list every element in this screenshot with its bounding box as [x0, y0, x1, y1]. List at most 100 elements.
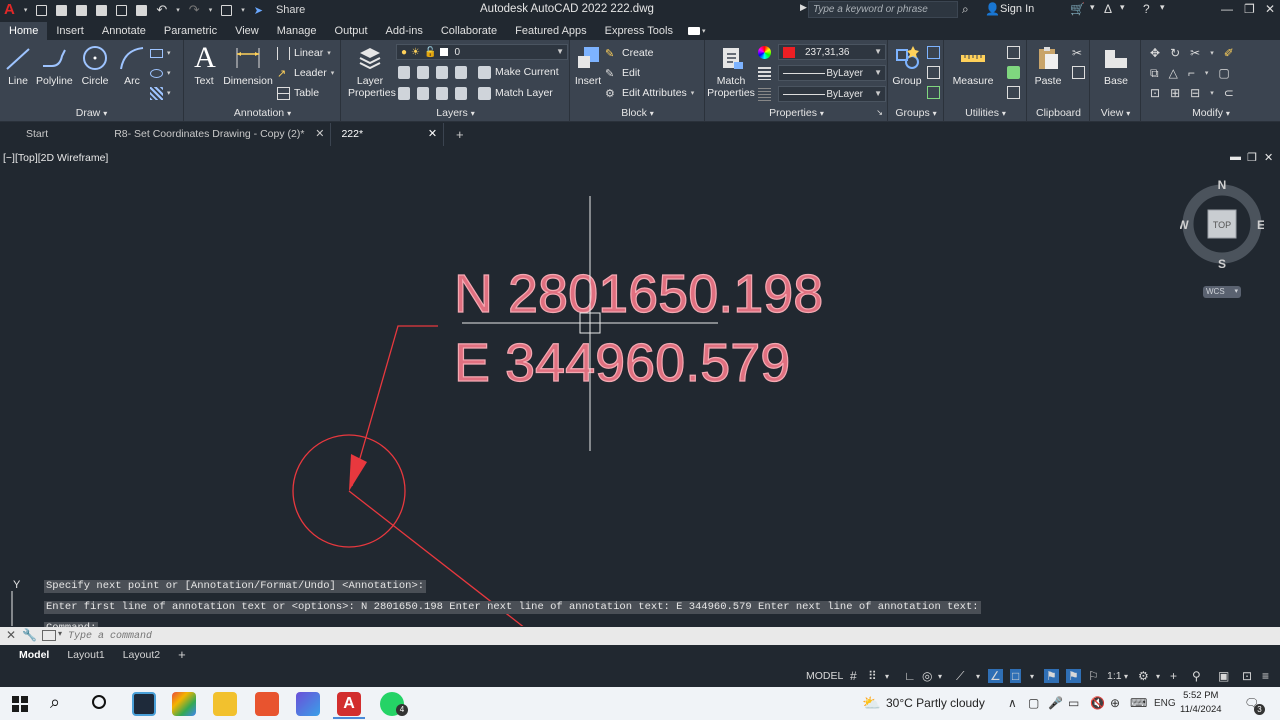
layout-tab-layout2[interactable]: Layout2 — [114, 646, 169, 664]
modify-panel-title[interactable]: Modify ▾ — [1142, 106, 1280, 120]
isodraft-icon[interactable]: ⟋ — [956, 669, 964, 684]
annotation-monitor-icon[interactable]: + — [1170, 669, 1177, 683]
model-space-button[interactable]: MODEL — [806, 670, 843, 682]
groups-panel-title[interactable]: Groups ▾ — [889, 106, 943, 120]
group-edit-icon[interactable] — [927, 66, 940, 79]
viewport-controls-label[interactable]: [−][Top][2D Wireframe] — [3, 152, 108, 164]
clean-screen-icon[interactable]: ▣ — [1218, 669, 1229, 683]
trim-icon[interactable]: ✂ — [1190, 46, 1200, 60]
ribbon-options-icon[interactable] — [687, 27, 700, 35]
tab-featured-apps[interactable]: Featured Apps — [506, 22, 596, 40]
polyline-button[interactable]: Polyline — [36, 44, 73, 87]
hatch-button[interactable]: ▾ — [150, 84, 171, 102]
tab-annotate[interactable]: Annotate — [93, 22, 155, 40]
weather-icon[interactable]: ⛅ — [862, 694, 881, 712]
draw-panel-title[interactable]: Draw ▾ — [0, 106, 183, 120]
layer-lock-tool-icon[interactable] — [455, 65, 467, 79]
system-clock[interactable]: 5:52 PM 11/4/2024 — [1180, 689, 1222, 717]
user-icon[interactable]: 👤 — [985, 2, 1000, 16]
compass-north-label[interactable]: N — [1218, 178, 1227, 192]
snap-dropdown-icon[interactable]: ▾ — [885, 672, 889, 681]
edit-attributes-button[interactable]: ⚙ Edit Attributes ▾ — [605, 84, 694, 102]
explode-icon[interactable]: ▢ — [1218, 66, 1229, 80]
linetype-dropdown[interactable]: ByLayer ▼ — [778, 65, 886, 81]
circle-button[interactable]: Circle — [80, 44, 110, 87]
taskbar-file-explorer-icon[interactable] — [213, 692, 237, 716]
network-icon[interactable]: ⊕ — [1110, 696, 1120, 710]
tab-collaborate[interactable]: Collaborate — [432, 22, 506, 40]
app-menu-dropdown-icon[interactable]: ▾ — [24, 6, 28, 14]
paste-button[interactable]: Paste — [1032, 44, 1064, 87]
linear-dropdown-icon[interactable]: ▾ — [327, 49, 331, 57]
help-icon[interactable]: ? — [1143, 2, 1150, 16]
battery-icon[interactable]: ▭ — [1068, 696, 1079, 710]
scale-icon[interactable]: ⊞ — [1170, 86, 1180, 100]
match-layer-button[interactable]: Match Layer — [478, 84, 553, 102]
viewport-restore-icon[interactable]: ❐ — [1247, 151, 1257, 164]
save-as-icon[interactable] — [96, 4, 108, 16]
array-dropdown-icon[interactable]: ▾ — [1210, 89, 1214, 97]
erase-icon[interactable]: ✐ — [1224, 46, 1234, 60]
text-button[interactable]: A Text — [191, 43, 217, 88]
share-icon[interactable]: ➤ — [254, 4, 263, 17]
isodraft-dropdown-icon[interactable]: ▾ — [976, 672, 980, 681]
wcs-menu[interactable]: WCS ▾ — [1203, 286, 1241, 298]
customization-icon[interactable]: ⊡ — [1242, 669, 1252, 683]
arc-button[interactable]: Arc — [118, 44, 146, 87]
save-icon[interactable] — [76, 4, 88, 16]
color-dropdown[interactable]: 237,31,36 ▼ — [778, 44, 886, 60]
hatch-dropdown-icon[interactable]: ▾ — [167, 89, 171, 97]
edit-attributes-dropdown-icon[interactable]: ▾ — [691, 89, 695, 97]
taskbar-wps-icon[interactable] — [255, 692, 279, 716]
keyboard-icon[interactable]: ⌨ — [1130, 696, 1147, 710]
application-menu-button[interactable]: A — [4, 0, 15, 20]
utilities-panel-title[interactable]: Utilities ▾ — [945, 106, 1026, 120]
quick-select-icon[interactable] — [1007, 46, 1020, 59]
command-recent-dropdown-icon[interactable]: ▾ — [58, 629, 62, 638]
sign-in-button[interactable]: Sign In — [1000, 3, 1034, 15]
leader-button[interactable]: ↗ Leader ▾ — [277, 64, 334, 82]
app-dropdown-icon[interactable]: ▾ — [1120, 2, 1125, 13]
ortho-icon[interactable]: ∟ — [904, 669, 916, 683]
layer-properties-button[interactable]: Layer Properties — [348, 44, 396, 99]
plot-icon[interactable] — [136, 4, 148, 16]
tab-parametric[interactable]: Parametric — [155, 22, 226, 40]
undo-icon[interactable]: ↶ — [156, 2, 167, 18]
viewcube[interactable]: TOP N S E W — [1180, 176, 1264, 276]
ungroup-icon[interactable] — [927, 46, 940, 59]
dimension-button[interactable]: Dimension — [223, 44, 273, 87]
create-block-button[interactable]: ✎ Create — [605, 44, 654, 62]
scale-dropdown-icon[interactable]: ▾ — [1124, 672, 1128, 681]
snap-icon[interactable]: ⠿ — [868, 669, 877, 683]
taskbar-app-icon-1[interactable] — [132, 692, 156, 716]
units-icon[interactable]: ⚲ — [1192, 669, 1201, 683]
rotate-icon[interactable]: ↻ — [1170, 46, 1180, 60]
line-button[interactable]: Line — [4, 44, 32, 87]
layer-on-tool-icon[interactable] — [398, 86, 410, 100]
open-folder-icon[interactable] — [56, 4, 68, 16]
polar-dropdown-icon[interactable]: ▾ — [938, 672, 942, 681]
status-menu-icon[interactable]: ≡ — [1262, 669, 1269, 683]
compass-south-label[interactable]: S — [1218, 257, 1226, 271]
ellipse-button[interactable]: ▾ — [150, 64, 171, 82]
drawing-canvas[interactable]: N 2801650.198 E 344960.579 Y — [0, 146, 1280, 626]
layers-panel-title[interactable]: Layers ▾ — [342, 106, 569, 120]
tab-insert[interactable]: Insert — [47, 22, 93, 40]
workspace-dropdown-icon[interactable]: ▾ — [1156, 672, 1160, 681]
point-id-icon[interactable] — [1007, 66, 1020, 79]
open-from-web-icon[interactable] — [116, 4, 128, 16]
cortana-icon[interactable] — [92, 695, 106, 709]
command-input[interactable] — [68, 628, 968, 644]
layer-unisolate-icon[interactable] — [417, 86, 429, 100]
layer-dropdown[interactable]: ● ☀ 🔓 0 ▼ — [396, 44, 568, 60]
annotation-visibility-icon[interactable]: ⚑ — [1044, 669, 1059, 683]
calculator-icon[interactable] — [1007, 86, 1020, 99]
new-file-icon[interactable] — [36, 4, 48, 16]
weather-widget[interactable]: 30°C Partly cloudy — [886, 696, 985, 710]
object-snap-icon[interactable]: □ — [1010, 669, 1022, 683]
object-snap-dropdown-icon[interactable]: ▾ — [1030, 672, 1034, 681]
edit-block-button[interactable]: ✎ Edit — [605, 64, 640, 82]
tab-home[interactable]: Home — [0, 22, 48, 40]
share-button[interactable]: Share — [276, 4, 305, 16]
move-icon[interactable]: ✥ — [1150, 46, 1160, 60]
